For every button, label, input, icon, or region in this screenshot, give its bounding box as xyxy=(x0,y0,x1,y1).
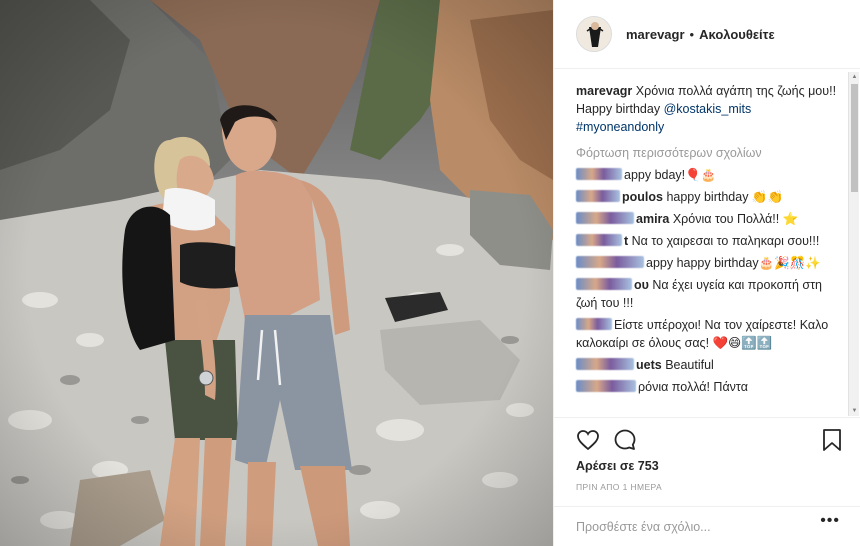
scroll-down-arrow-icon[interactable]: ▼ xyxy=(851,407,858,415)
comment-text: Είστε υπέροχοι! Να τον χαίρεστε! Καλο κα… xyxy=(576,318,829,350)
comment-item: t Να το χαιρεσαι το παληκαρι σου!!! xyxy=(576,232,843,250)
comment-item: Είστε υπέροχοι! Να τον χαίρεστε! Καλο κα… xyxy=(576,316,843,352)
comment-item: appy bday!🎈🎂 xyxy=(576,166,843,184)
comment-item: ου Να έχει υγεία και προκοπή στη ζωή του… xyxy=(576,276,843,312)
post-caption: marevagr Χρόνια πολλά αγάπη της ζωής μου… xyxy=(576,82,843,136)
post-header: marevagr • Ακολουθείτε xyxy=(554,0,860,69)
comment-item: amira Χρόνια του Πολλά!! ⭐ xyxy=(576,210,843,228)
post-photo[interactable] xyxy=(0,0,553,546)
header-username[interactable]: marevagr xyxy=(626,27,685,42)
comment-text: happy birthday 👏👏 xyxy=(666,190,784,204)
comment-text: Χρόνια του Πολλά!! ⭐ xyxy=(672,212,799,226)
blurred-username xyxy=(576,380,636,392)
post-photo-illustration xyxy=(0,0,553,546)
blurred-username xyxy=(576,318,612,330)
comments-list[interactable]: marevagr Χρόνια πολλά αγάπη της ζωής μου… xyxy=(554,69,860,417)
blurred-username xyxy=(576,190,620,202)
header-separator: • xyxy=(689,26,695,42)
comment-username[interactable]: amira xyxy=(636,212,669,226)
comment-text: Beautiful xyxy=(665,358,714,372)
caption-hashtag[interactable]: #myoneandonly xyxy=(576,120,664,134)
caption-username[interactable]: marevagr xyxy=(576,84,632,98)
load-more-comments-button[interactable]: Φόρτωση περισσότερων σχολίων xyxy=(576,144,843,162)
post-side-panel: marevagr • Ακολουθείτε marevagr Χρόνια π… xyxy=(553,0,860,546)
post-actions xyxy=(554,417,860,465)
blurred-username xyxy=(576,212,634,224)
comment-username[interactable]: poulos xyxy=(622,190,663,204)
blurred-username xyxy=(576,168,622,180)
blurred-username xyxy=(576,234,622,246)
comment-username[interactable]: uets xyxy=(636,358,662,372)
comment-icon[interactable] xyxy=(613,428,637,457)
blurred-username xyxy=(576,278,632,290)
avatar-image xyxy=(577,17,611,51)
comments-scrollbar[interactable]: ▲ ▼ xyxy=(848,72,859,416)
comment-username[interactable]: t xyxy=(624,234,628,248)
bookmark-icon[interactable] xyxy=(822,428,842,457)
following-button[interactable]: Ακολουθείτε xyxy=(699,27,775,42)
blurred-username xyxy=(576,256,644,268)
comment-text: appy happy birthday🎂🎉🎊✨ xyxy=(646,256,821,270)
heart-icon[interactable] xyxy=(576,429,600,456)
comment-item: appy happy birthday🎂🎉🎊✨ xyxy=(576,254,843,272)
comment-text: appy bday!🎈🎂 xyxy=(624,168,717,182)
post-timestamp[interactable]: ΠΡΙΝ ΑΠΟ 1 ΗΜΕΡΑ xyxy=(576,482,662,492)
comment-text: ρόνια πολλά! Πάντα xyxy=(638,380,748,394)
comment-item: poulos happy birthday 👏👏 xyxy=(576,188,843,206)
more-options-icon[interactable]: ••• xyxy=(820,512,840,530)
avatar[interactable] xyxy=(576,16,612,52)
comment-text: Να το χαιρεσαι το παληκαρι σου!!! xyxy=(631,234,820,248)
comment-username[interactable]: ου xyxy=(634,278,649,292)
scroll-thumb[interactable] xyxy=(851,84,858,192)
comment-input[interactable] xyxy=(576,519,806,534)
scroll-up-arrow-icon[interactable]: ▲ xyxy=(851,73,858,81)
add-comment-bar xyxy=(554,506,860,546)
blurred-username xyxy=(576,358,634,370)
comment-item: uets Beautiful xyxy=(576,356,843,374)
likes-count[interactable]: Αρέσει σε 753 xyxy=(576,459,659,473)
caption-mention[interactable]: @kostakis_mits xyxy=(664,102,752,116)
comment-item: ρόνια πολλά! Πάντα xyxy=(576,378,843,396)
